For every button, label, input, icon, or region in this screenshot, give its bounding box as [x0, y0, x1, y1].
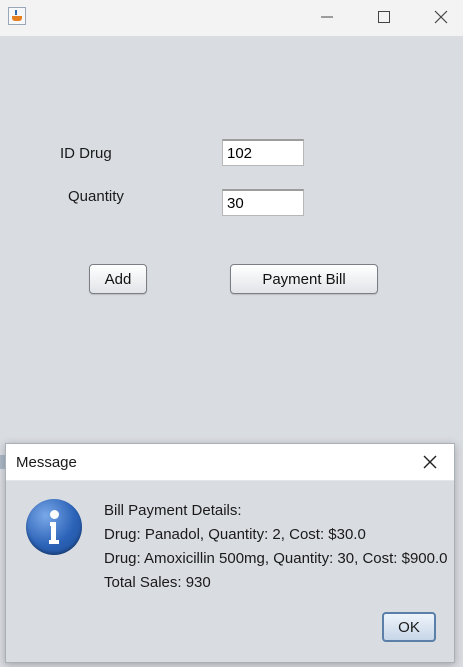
close-button[interactable] [418, 0, 463, 34]
id-drug-input[interactable] [222, 139, 304, 166]
message-line-heading: Bill Payment Details: [104, 502, 242, 519]
id-drug-label: ID Drug [60, 145, 112, 162]
close-icon [423, 455, 437, 469]
dialog-title: Message [16, 454, 77, 471]
maximize-icon [378, 11, 390, 23]
dialog-titlebar: Message [6, 444, 454, 481]
dialog-close-button[interactable] [420, 452, 440, 472]
info-icon [26, 499, 82, 555]
maximize-button[interactable] [361, 0, 407, 34]
ok-button[interactable]: OK [382, 612, 436, 642]
window-titlebar [0, 0, 463, 36]
minimize-icon [321, 16, 333, 18]
java-cup-icon[interactable] [8, 7, 26, 25]
add-button[interactable]: Add [89, 264, 147, 294]
minimize-button[interactable] [304, 0, 350, 34]
message-dialog: Message Bill Payment Details: Drug: Pana… [5, 443, 455, 663]
close-icon [434, 10, 448, 24]
quantity-label: Quantity [68, 188, 124, 205]
message-line-drug-2: Drug: Amoxicillin 500mg, Quantity: 30, C… [104, 550, 448, 567]
message-line-total: Total Sales: 930 [104, 574, 211, 591]
message-line-drug-1: Drug: Panadol, Quantity: 2, Cost: $30.0 [104, 526, 366, 543]
quantity-input[interactable] [222, 189, 304, 216]
payment-bill-button[interactable]: Payment Bill [230, 264, 378, 294]
